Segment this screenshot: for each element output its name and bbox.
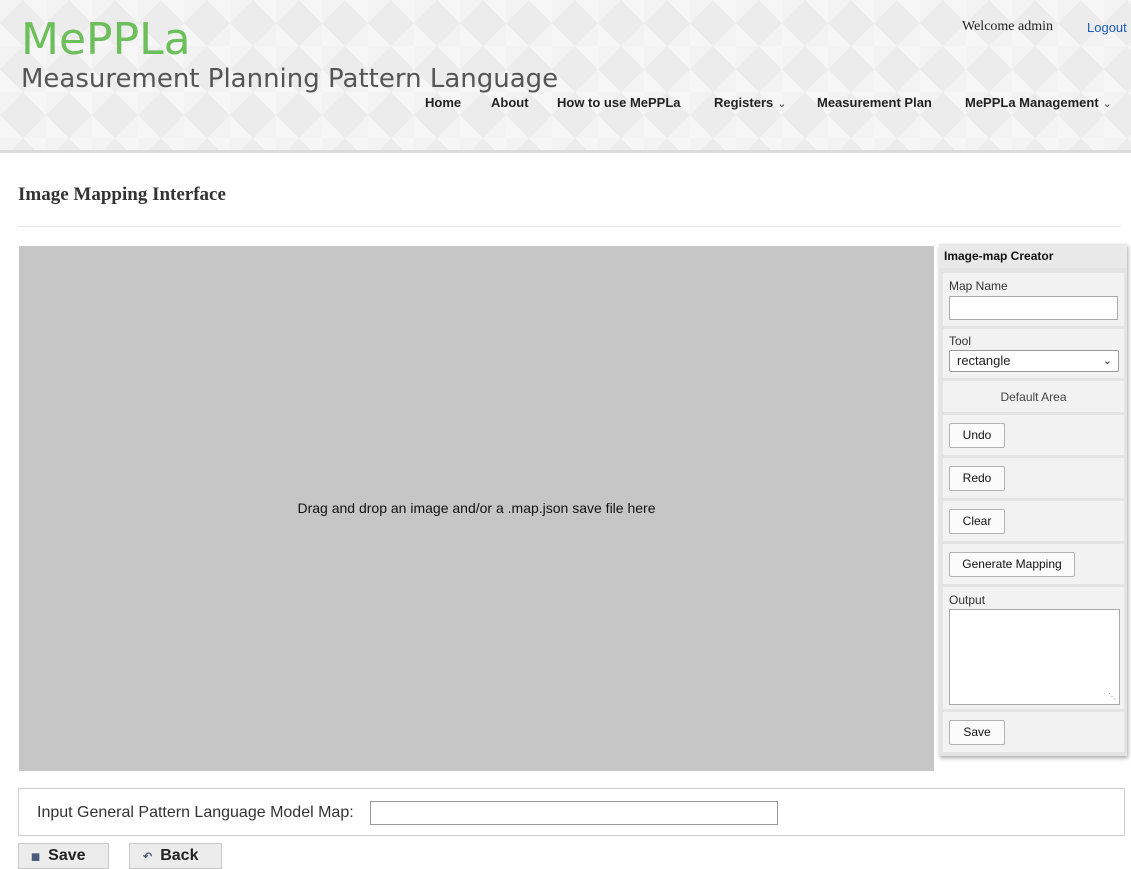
site-header: MePPLa Measurement Planning Pattern Lang…: [0, 0, 1131, 153]
default-area-section[interactable]: Default Area: [943, 381, 1124, 412]
resize-handle-icon[interactable]: ⋱: [1108, 692, 1116, 701]
main-nav: Home About How to use MePPLa Registers ⌄ …: [0, 95, 1131, 115]
tool-label: Tool: [949, 334, 972, 348]
divider: [18, 226, 1121, 227]
output-section: Output ⋱: [943, 587, 1124, 709]
logo-title[interactable]: MePPLa: [21, 14, 191, 66]
model-map-label: Input General Pattern Language Model Map…: [37, 804, 354, 821]
nav-how-to-use[interactable]: How to use MePPLa: [557, 95, 681, 110]
chevron-down-icon: ⌄: [1102, 355, 1112, 367]
redo-button[interactable]: Redo: [949, 466, 1005, 491]
chevron-down-icon: ⌄: [777, 98, 787, 110]
drop-zone-instructions: Drag and drop an image and/or a .map.jso…: [297, 500, 656, 516]
output-label: Output: [949, 593, 986, 607]
save-button-label: Save: [48, 847, 86, 864]
floppy-disk-icon: ◼: [31, 851, 41, 863]
map-name-label: Map Name: [949, 279, 1008, 293]
generate-mapping-button[interactable]: Generate Mapping: [949, 552, 1075, 577]
back-arrow-icon: ↶: [143, 851, 153, 863]
redo-section: Redo: [943, 458, 1124, 498]
nav-registers-label: Registers: [714, 95, 774, 110]
image-drop-zone[interactable]: Drag and drop an image and/or a .map.jso…: [19, 246, 934, 771]
map-name-section: Map Name: [943, 273, 1124, 326]
undo-button[interactable]: Undo: [949, 423, 1005, 448]
back-button[interactable]: ↶ Back: [129, 843, 222, 869]
map-name-input[interactable]: [949, 296, 1118, 320]
nav-management[interactable]: MePPLa Management ⌄: [965, 95, 1112, 110]
nav-about[interactable]: About: [491, 95, 529, 110]
nav-home[interactable]: Home: [425, 95, 461, 110]
save-section: Save: [943, 712, 1124, 752]
chevron-down-icon: ⌄: [1102, 98, 1112, 110]
image-map-creator-panel: Image-map Creator Map Name Tool rectangl…: [939, 244, 1127, 756]
model-map-input[interactable]: [370, 801, 778, 825]
logo-subtitle: Measurement Planning Pattern Language: [21, 64, 559, 94]
logout-link[interactable]: Logout: [1087, 20, 1127, 35]
nav-registers[interactable]: Registers ⌄: [714, 95, 786, 110]
save-map-button[interactable]: Save: [949, 720, 1005, 745]
output-textarea[interactable]: [949, 609, 1120, 705]
back-button-label: Back: [160, 847, 199, 864]
undo-section: Undo: [943, 415, 1124, 455]
panel-title: Image-map Creator: [939, 244, 1127, 268]
model-map-input-box: Input General Pattern Language Model Map…: [18, 788, 1125, 836]
default-area-label: Default Area: [1000, 390, 1067, 404]
nav-measurement-plan[interactable]: Measurement Plan: [817, 95, 932, 110]
clear-section: Clear: [943, 501, 1124, 541]
welcome-text: Welcome admin: [962, 19, 1054, 34]
save-button[interactable]: ◼ Save: [18, 843, 109, 869]
tool-select-value: rectangle: [957, 353, 1011, 368]
clear-button[interactable]: Clear: [949, 509, 1005, 534]
page-title: Image Mapping Interface: [18, 184, 226, 205]
tool-section: Tool rectangle ⌄: [943, 329, 1124, 378]
tool-select[interactable]: rectangle ⌄: [949, 350, 1119, 372]
nav-management-label: MePPLa Management: [965, 95, 1099, 110]
generate-section: Generate Mapping: [943, 544, 1124, 584]
